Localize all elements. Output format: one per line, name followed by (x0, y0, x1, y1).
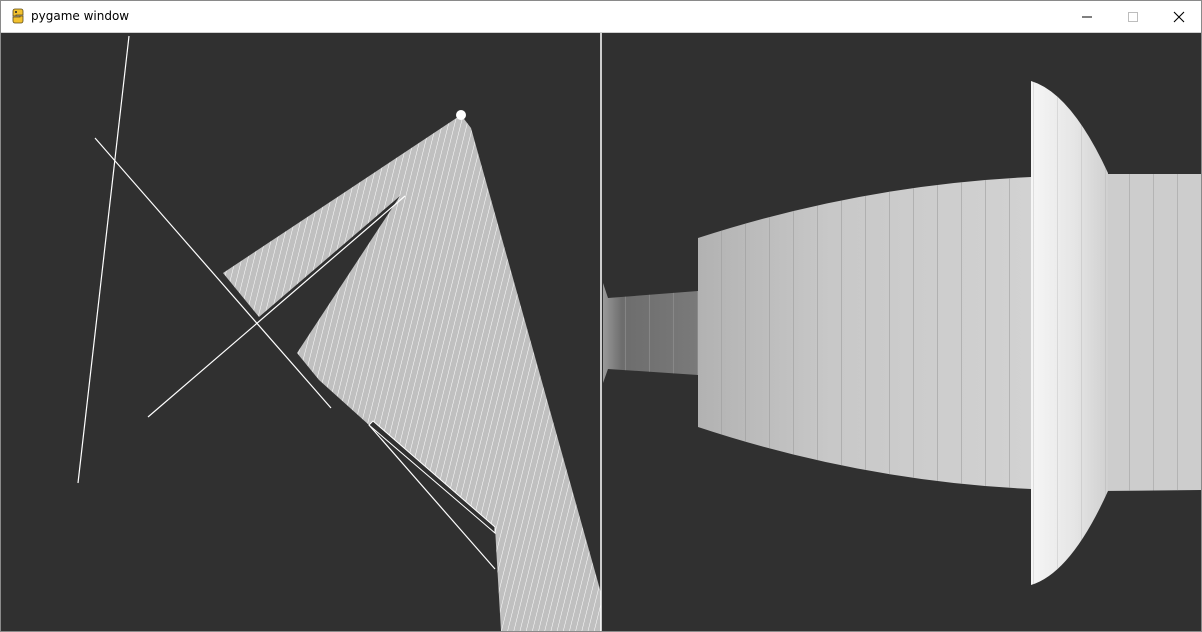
close-icon[interactable] (1156, 1, 1202, 32)
game-canvas (77, 33, 1201, 631)
pygame-window: pygame window (0, 0, 1202, 632)
near-wall-stripes (1031, 81, 1108, 585)
map-view (77, 35, 601, 631)
projection-view (603, 81, 1201, 585)
maximize-icon[interactable] (1110, 1, 1156, 32)
player-marker (456, 110, 466, 120)
wall-line (77, 35, 130, 484)
side-wall-stripes (1101, 174, 1201, 491)
far-wall-stripes (608, 291, 698, 375)
game-viewport[interactable] (1, 33, 1201, 631)
minimize-icon[interactable] (1064, 1, 1110, 32)
light-cone (223, 115, 601, 631)
mid-wall-stripes (698, 177, 1031, 489)
window-title: pygame window (31, 9, 130, 23)
pygame-snake-icon (10, 8, 26, 24)
title-bar[interactable]: pygame window (1, 1, 1201, 33)
